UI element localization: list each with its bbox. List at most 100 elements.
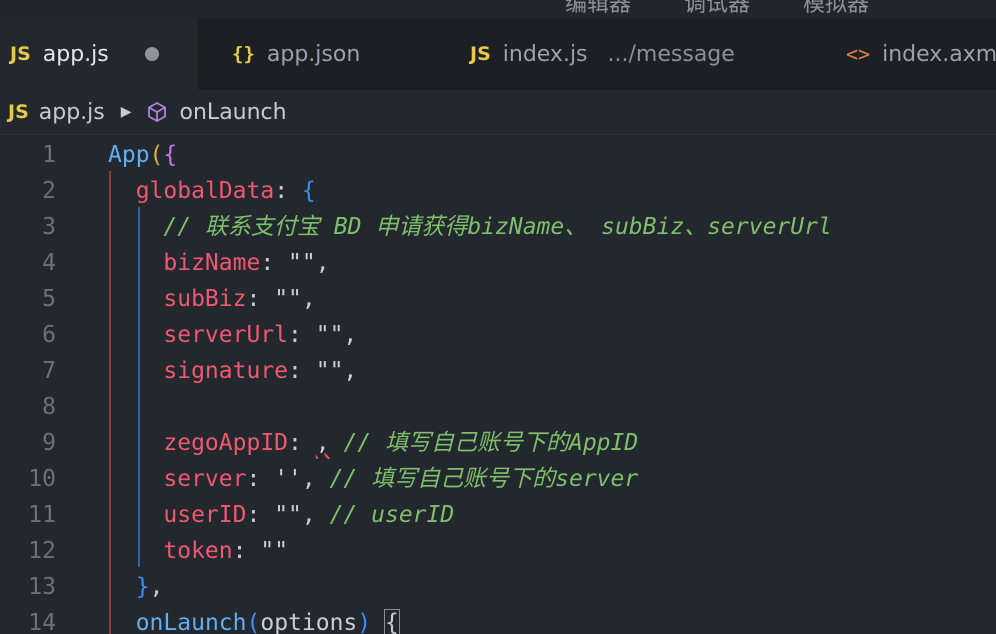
code-line[interactable]: 11 userID: "", // userID [0,497,996,533]
line-number: 13 [28,574,56,600]
code-text: token: "" [108,533,288,569]
line-number: 12 [28,538,56,564]
code-token: : [274,178,302,204]
code-text: bizName: "", [108,245,330,281]
code-token: { [163,142,178,168]
code-line[interactable]: 2 globalData: { [0,173,996,209]
code-text: // 联系支付宝 BD 申请获得bizName、 subBiz、serverUr… [108,209,831,245]
chevron-right-icon: ▶ [120,104,132,120]
code-token: options [260,610,358,634]
code-text: server: '', // 填写自己账号下的server [108,461,638,497]
toolbar-debugger-button[interactable]: 调试器 [684,0,750,18]
method-cube-icon [146,101,168,123]
code-token: serverUrl [163,322,289,348]
tab-label: index.axml [882,41,996,67]
code-token: , [149,574,164,600]
code-token: "", [315,322,358,348]
code-text: }, [108,569,164,605]
code-token: "", [315,358,358,384]
code-line[interactable]: 12 token: "" [0,533,996,569]
code-token: ( [246,610,261,634]
line-number: 1 [42,142,56,168]
unsaved-dot-icon[interactable] [144,47,159,61]
breadcrumb-symbol[interactable]: onLaunch [180,100,287,125]
code-token: token [163,538,233,564]
toolbar-editor-button[interactable]: 编辑器 [565,0,631,18]
tab-index-js[interactable]: JS index.js .../message [470,18,735,90]
line-number: 6 [42,322,56,348]
code-token: : [288,430,316,456]
code-token: : [260,250,289,276]
code-token: subBiz [163,286,247,312]
code-token: , [315,430,330,456]
code-text: App({ [108,137,177,173]
code-token: "" [260,538,289,564]
code-text: globalData: { [108,173,316,209]
code-token: // 填写自己账号下的server [329,466,639,492]
code-line[interactable]: 3 // 联系支付宝 BD 申请获得bizName、 subBiz、server… [0,209,996,245]
code-file-icon: <> [846,42,871,66]
code-token: bizName [163,250,261,276]
code-text: subBiz: "", [108,281,316,317]
tab-description: .../message [607,41,735,67]
line-number: 5 [42,286,56,312]
code-text: signature: "", [108,353,357,389]
code-line[interactable]: 13 }, [0,569,996,605]
code-token: // userID [329,502,455,528]
line-number: 9 [42,430,56,456]
tab-label: app.json [266,41,361,67]
tab-app-json[interactable]: {} app.json [232,18,360,90]
code-line[interactable]: 14 onLaunch(options) { [0,605,996,634]
code-token: { [384,609,400,634]
line-number: 10 [28,466,56,492]
code-token: globalData [135,178,275,204]
code-line[interactable]: 5 subBiz: "", [0,281,996,317]
code-token: : [288,358,316,384]
javascript-file-icon: JS [8,101,29,123]
code-line[interactable]: 6 serverUrl: "", [0,317,996,353]
code-token: '', [274,466,330,492]
tab-index-axml[interactable]: <> index.axml [846,18,996,90]
code-token: ( [149,142,164,168]
code-line[interactable]: 10 server: '', // 填写自己账号下的server [0,461,996,497]
json-file-icon: {} [232,43,255,65]
code-line[interactable]: 1 App({ [0,137,996,173]
code-token: App [108,142,150,168]
breadcrumb-file[interactable]: app.js [39,100,105,125]
code-token: "", [288,250,330,276]
line-number: 14 [28,610,56,634]
code-token: { [301,178,316,204]
code-token: // 填写自己账号下的AppID [343,430,639,456]
editor-tab-bar: JS app.js {} app.json JS index.js .../me… [0,18,996,90]
code-line[interactable]: 9 zegoAppID: , // 填写自己账号下的AppID [0,425,996,461]
tab-app-js[interactable]: JS app.js [0,18,198,90]
code-token: "", [274,502,330,528]
code-line[interactable]: 4 bizName: "", [0,245,996,281]
toolbar-simulator-button[interactable]: 模拟器 [803,0,869,18]
line-number: 3 [42,214,56,240]
code-text: zegoAppID: , // 填写自己账号下的AppID [108,425,638,461]
code-token: server [163,466,247,492]
code-token: ) [357,610,372,634]
code-line[interactable]: 8 [0,389,996,425]
code-token: : [246,466,275,492]
code-editor[interactable]: 1 App({2 globalData: {3 // 联系支付宝 BD 申请获得b… [0,135,996,634]
code-line[interactable]: 7 signature: "", [0,353,996,389]
code-token: onLaunch [135,610,247,634]
code-token: "", [274,286,316,312]
javascript-file-icon: JS [10,43,31,65]
code-token: : [246,502,275,528]
code-token: : [232,538,261,564]
